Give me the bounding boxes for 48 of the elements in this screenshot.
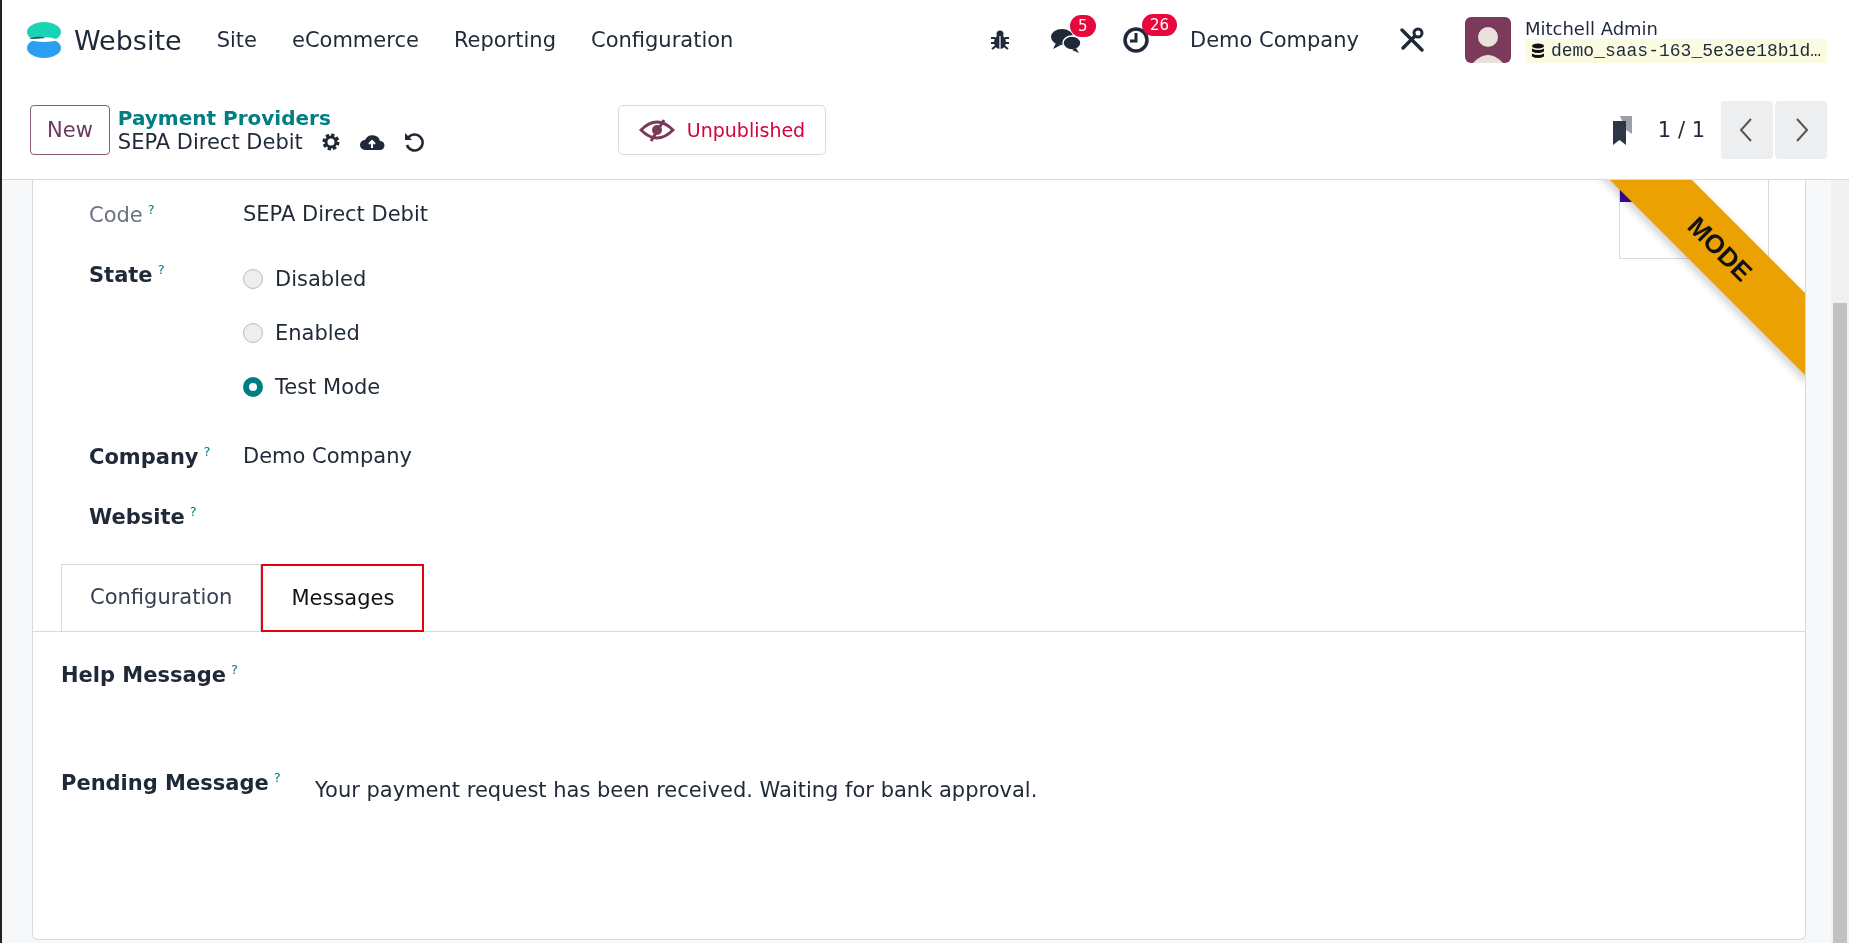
help-tooltip[interactable]: ? — [230, 662, 238, 677]
database-name: demo_saas-163_5e3ee18b1d… — [1524, 38, 1827, 63]
radio-button[interactable] — [243, 323, 263, 343]
help-tooltip[interactable]: ? — [273, 770, 281, 785]
app-logo-icon[interactable] — [24, 20, 64, 60]
breadcrumb-link[interactable]: Payment Providers — [117, 105, 618, 130]
clock-icon[interactable] — [1121, 26, 1150, 54]
new-button[interactable]: New — [30, 104, 110, 155]
counter-badge: 26 — [1141, 14, 1178, 36]
user-name[interactable]: Mitchell Admin — [1524, 17, 1827, 39]
bug-icon[interactable] — [989, 29, 1010, 51]
field-label: Pending Message — [61, 771, 269, 795]
record-title: SEPA Direct Debit — [117, 129, 303, 154]
unpublished-button[interactable]: Unpublished — [617, 104, 827, 155]
counter-badge: 5 — [1069, 15, 1096, 37]
avatar-icon[interactable] — [1464, 17, 1511, 63]
menu-item[interactable]: Site — [216, 28, 257, 52]
app-title[interactable]: Website — [74, 24, 182, 56]
help-tooltip[interactable]: ? — [203, 444, 211, 459]
field-label: Website — [89, 505, 185, 529]
scrollbar[interactable] — [1831, 180, 1849, 943]
field-label: Help Message — [61, 663, 226, 687]
tab[interactable]: Messages — [261, 564, 425, 632]
field-value: SEPA Direct Debit — [243, 202, 428, 226]
undo-icon[interactable] — [402, 130, 425, 153]
company-switcher[interactable]: Demo Company — [1189, 28, 1359, 52]
help-tooltip[interactable]: ? — [147, 202, 155, 217]
eye-slash-icon — [638, 117, 675, 142]
tools-icon[interactable] — [1398, 27, 1425, 53]
field-label: Code — [89, 203, 143, 227]
gear-icon[interactable] — [320, 131, 341, 152]
radio-label[interactable]: Disabled — [275, 267, 367, 291]
radio-label[interactable]: Enabled — [275, 321, 360, 345]
radio-button[interactable] — [243, 377, 263, 397]
help-tooltip[interactable]: ? — [189, 504, 197, 519]
menu-item[interactable]: Configuration — [590, 28, 734, 52]
radio-button[interactable] — [243, 269, 263, 289]
field-label: State — [89, 263, 153, 287]
field-label: Company — [89, 445, 199, 469]
field-value: Your payment request has been received. Waiting for bank approval. — [315, 778, 1038, 802]
menu-item[interactable]: Reporting — [453, 28, 556, 52]
radio-label[interactable]: Test Mode — [275, 375, 381, 399]
database-icon — [1530, 42, 1545, 59]
tab[interactable]: Configuration — [61, 564, 262, 632]
help-tooltip[interactable]: ? — [157, 262, 165, 277]
pager-value[interactable]: 1 / 1 — [1657, 117, 1705, 142]
menu-item[interactable]: eCommerce — [291, 28, 419, 52]
field-value: Demo Company — [243, 444, 412, 468]
